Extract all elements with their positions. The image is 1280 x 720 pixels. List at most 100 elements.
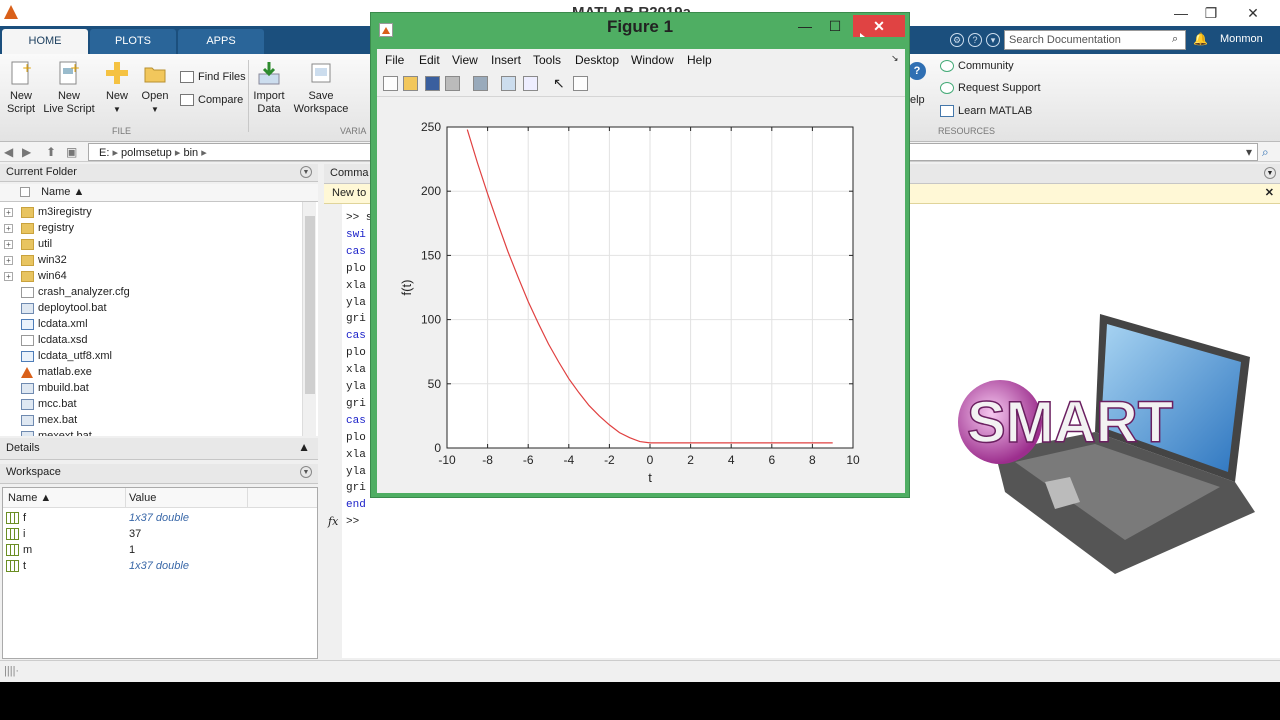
help-button-label[interactable]: elp: [910, 94, 925, 106]
panel-menu-icon[interactable]: ▼: [300, 166, 312, 178]
expand-up-icon[interactable]: ▲: [298, 440, 310, 454]
search-documentation-input[interactable]: Search Documentation: [1004, 30, 1186, 50]
back-arrow-icon[interactable]: ◀: [4, 145, 13, 159]
path-search-icon[interactable]: ⌕: [1262, 145, 1269, 160]
plot-axes[interactable]: -10 -8 -6 -4 -2 0 2 4 6 8 10050100150200250tf(t): [377, 97, 905, 493]
scrollbar-thumb[interactable]: [305, 216, 315, 394]
list-item[interactable]: lcdata_utf8.xml: [0, 348, 300, 364]
figure-menu-desktop[interactable]: Desktop: [575, 53, 619, 67]
expand-plus-icon[interactable]: +: [4, 224, 13, 233]
table-row[interactable]: t 1x37 double: [3, 558, 317, 574]
figure-menu-help[interactable]: Help: [687, 53, 712, 67]
workspace-header[interactable]: Workspace ▼: [0, 464, 318, 484]
banner-close-icon[interactable]: ✕: [1265, 186, 1274, 199]
learn-matlab-link[interactable]: Learn MATLAB: [940, 105, 1032, 118]
expand-plus-icon[interactable]: +: [4, 240, 13, 249]
request-support-link[interactable]: Request Support: [940, 82, 1041, 95]
new-live-script-button[interactable]: + New Live Script: [42, 60, 96, 116]
figure-menu-window[interactable]: Window: [631, 53, 674, 67]
legend-icon[interactable]: [523, 76, 538, 91]
list-item[interactable]: mbuild.bat: [0, 380, 300, 396]
current-folder-header[interactable]: Current Folder ▼: [0, 164, 318, 182]
close-button[interactable]: ✕: [1240, 3, 1266, 23]
colorbar-icon[interactable]: [501, 76, 516, 91]
compare-button[interactable]: Compare: [180, 94, 243, 107]
maximize-button[interactable]: ❐: [1198, 3, 1224, 23]
save-icon[interactable]: [425, 76, 440, 91]
list-item[interactable]: mex.bat: [0, 412, 300, 428]
table-row[interactable]: m1: [3, 542, 317, 558]
list-item[interactable]: + m3iregistry: [0, 204, 300, 220]
expand-plus-icon[interactable]: +: [4, 256, 13, 265]
list-item[interactable]: lcdata.xml: [0, 316, 300, 332]
folder-column-header[interactable]: Name ▲: [0, 184, 318, 202]
table-row[interactable]: i 37: [3, 526, 317, 542]
figure-window[interactable]: Figure 1 — ☐ ✕ File Edit View Insert Tools De…: [370, 12, 910, 498]
list-item[interactable]: mexext.bat: [0, 428, 300, 436]
ws-name-column[interactable]: Name ▲: [8, 492, 51, 504]
table-row[interactable]: f 1x37 double: [3, 510, 317, 526]
path-segment-drive[interactable]: E:: [99, 147, 109, 159]
help-icon[interactable]: ?: [968, 33, 982, 47]
figure-menu-edit[interactable]: Edit: [419, 53, 440, 67]
forward-arrow-icon[interactable]: ▶: [22, 145, 31, 159]
help-circle-icon[interactable]: ?: [908, 62, 926, 80]
import-data-button[interactable]: Import Data: [252, 60, 286, 116]
name-column-label[interactable]: Name ▲: [41, 186, 84, 198]
user-account[interactable]: Monmon: [1220, 33, 1263, 45]
x-tick-label: 0: [647, 453, 654, 467]
path-dropdown-icon[interactable]: ▾: [1246, 145, 1252, 159]
toolbar-dock-icon[interactable]: ↘: [891, 53, 899, 64]
collapse-icon[interactable]: ▾: [986, 33, 1000, 47]
command-menu-icon[interactable]: ▼: [1264, 167, 1276, 179]
save-workspace-button[interactable]: Save Workspace: [292, 60, 350, 116]
new-button[interactable]: New ▼: [102, 60, 132, 116]
new-figure-icon[interactable]: [383, 76, 398, 91]
command-prompt[interactable]: >>: [346, 516, 359, 528]
expand-plus-icon[interactable]: +: [4, 272, 13, 281]
tab-plots[interactable]: PLOTS: [90, 29, 176, 54]
property-inspector-icon[interactable]: [573, 76, 588, 91]
list-item[interactable]: + win64: [0, 268, 300, 284]
list-item[interactable]: + util: [0, 236, 300, 252]
list-item[interactable]: deploytool.bat: [0, 300, 300, 316]
figure-menu-insert[interactable]: Insert: [491, 53, 521, 67]
tab-home[interactable]: HOME: [2, 29, 88, 54]
notification-bell-icon[interactable]: 🔔: [1193, 32, 1208, 46]
figure-minimize-button[interactable]: —: [791, 15, 819, 37]
list-item[interactable]: lcdata.xsd: [0, 332, 300, 348]
path-segment-polmsetup[interactable]: polmsetup: [121, 147, 172, 159]
open-file-icon[interactable]: [403, 76, 418, 91]
find-files-button[interactable]: Find Files: [180, 71, 246, 84]
settings-icon[interactable]: ⚙: [950, 33, 964, 47]
open-button[interactable]: Open ▼: [140, 60, 170, 116]
list-item[interactable]: + win32: [0, 252, 300, 268]
smart-logo-text: SMART: [967, 390, 1173, 455]
print-icon[interactable]: [445, 76, 460, 91]
figure-menu-view[interactable]: View: [452, 53, 478, 67]
link-plot-icon[interactable]: [473, 76, 488, 91]
workspace-menu-icon[interactable]: ▼: [300, 466, 312, 478]
community-link[interactable]: Community: [940, 60, 1014, 73]
tab-apps[interactable]: APPS: [178, 29, 264, 54]
list-item[interactable]: matlab.exe: [0, 364, 300, 380]
fx-icon[interactable]: fx: [328, 515, 338, 528]
new-script-button[interactable]: + New Script: [4, 60, 38, 116]
list-item[interactable]: + registry: [0, 220, 300, 236]
figure-maximize-button[interactable]: ☐: [821, 15, 849, 37]
figure-menu-file[interactable]: File: [385, 53, 404, 67]
ws-value-column[interactable]: Value: [129, 492, 156, 504]
list-item[interactable]: crash_analyzer.cfg: [0, 284, 300, 300]
search-icon[interactable]: ⌕: [1172, 33, 1178, 46]
folder-scrollbar[interactable]: [302, 202, 316, 436]
up-folder-icon[interactable]: ⬆: [46, 145, 56, 159]
expand-plus-icon[interactable]: +: [4, 208, 13, 217]
browse-folder-icon[interactable]: ▣: [66, 145, 77, 159]
minimize-button[interactable]: —: [1168, 3, 1194, 23]
details-header[interactable]: Details ▲: [0, 438, 318, 460]
figure-menu-tools[interactable]: Tools: [533, 53, 561, 67]
list-item[interactable]: mcc.bat: [0, 396, 300, 412]
y-tick-label: 200: [421, 184, 441, 198]
edit-plot-arrow-icon[interactable]: ↖: [553, 75, 565, 92]
path-segment-bin[interactable]: bin: [183, 147, 198, 159]
